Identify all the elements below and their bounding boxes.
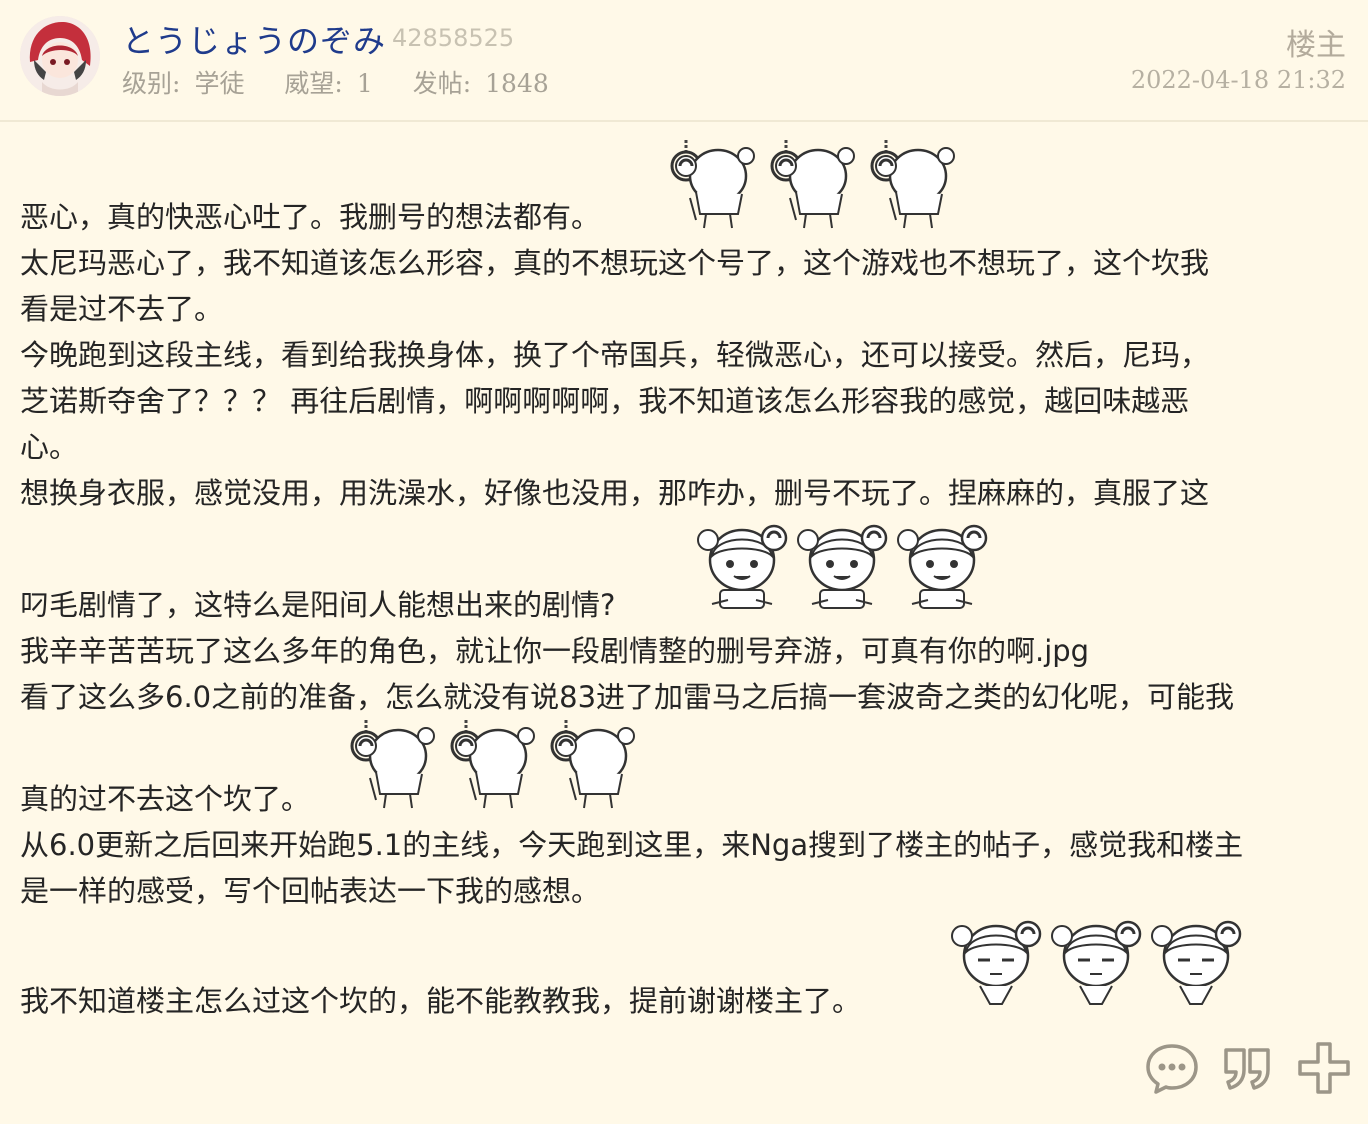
- post-line: 看了这么多6.0之前的准备，怎么就没有说83进了加雷马之后搞一套波奇之类的幻化呢…: [20, 680, 1235, 714]
- sticker-row: [692, 520, 992, 616]
- post-line: 恶心，真的快恶心吐了。我删号的想法都有。: [20, 200, 601, 234]
- sad-sticker: [1150, 920, 1242, 1006]
- quote-icon[interactable]: [1220, 1040, 1276, 1096]
- floor-badge: 楼主: [1286, 28, 1346, 63]
- sad-sticker: [950, 920, 1042, 1006]
- post-line: 想换身衣服，感觉没用，用洗澡水，好像也没用，那咋办，删号不玩了。捏麻麻的，真服了…: [20, 476, 1210, 510]
- post-line: 我辛辛苦苦玩了这么多年的角色，就让你一段剧情整的删号弃游，可真有你的啊.jpg: [20, 634, 1090, 668]
- post-line: 真的过不去这个坎了。: [20, 782, 311, 816]
- post-line: 是一样的感受，写个回帖表达一下我的感想。: [20, 874, 601, 908]
- username[interactable]: とうじょうのぞみ: [122, 16, 386, 62]
- smile-sticker: [696, 524, 788, 610]
- post-line: 心。: [20, 430, 79, 464]
- posts-label: 发帖:: [412, 69, 472, 98]
- comment-icon[interactable]: [1144, 1040, 1200, 1096]
- posts-value: 1848: [485, 69, 549, 98]
- smile-sticker: [896, 524, 988, 610]
- user-avatar[interactable]: [20, 16, 100, 96]
- hanging-sticker: [870, 138, 956, 230]
- post-line: 看是过不去了。: [20, 292, 224, 326]
- hanging-sticker: [450, 718, 536, 810]
- post-line: 太尼玛恶心了，我不知道该怎么形容，真的不想玩这个号了，这个游戏也不想玩了，这个坎…: [20, 246, 1210, 280]
- sticker-row: [656, 136, 956, 232]
- add-icon[interactable]: [1296, 1040, 1352, 1096]
- hanging-sticker: [350, 718, 436, 810]
- hanging-sticker: [550, 718, 636, 810]
- hanging-sticker: [670, 138, 756, 230]
- post-header: とうじょうのぞみ 42858525 级别: 学徒 威望: 1 发帖: 1848 楼主 …: [0, 0, 1368, 122]
- sticker-row: [946, 916, 1246, 1012]
- level-label: 级别:: [122, 69, 181, 98]
- prestige-label: 威望:: [284, 69, 343, 98]
- post-line: 我不知道楼主怎么过这个坎的，能不能教教我，提前谢谢楼主了。: [20, 984, 862, 1018]
- prestige-value: 1: [356, 69, 373, 98]
- user-meta: 级别: 学徒 威望: 1 发帖: 1848: [122, 64, 563, 100]
- user-id: 42858525: [392, 24, 515, 52]
- post-actions: [1144, 1040, 1352, 1096]
- level-value: 学徒: [194, 69, 245, 98]
- post-line: 叼毛剧情了，这特么是阳间人能想出来的剧情?: [20, 588, 616, 622]
- post-line: 从6.0更新之后回来开始跑5.1的主线，今天跑到这里，来Nga搜到了楼主的帖子，…: [20, 828, 1244, 862]
- sticker-row: [336, 716, 636, 812]
- hanging-sticker: [770, 138, 856, 230]
- post-time: 2022-04-18 21:32: [1130, 66, 1346, 94]
- smile-sticker: [796, 524, 888, 610]
- post-line: 今晚跑到这段主线，看到给我换身体，换了个帝国兵，轻微恶心，还可以接受。然后，尼玛…: [20, 338, 1210, 372]
- post-line: 芝诺斯夺舍了？？？ 再往后剧情，啊啊啊啊啊，我不知道该怎么形容我的感觉，越回味越…: [20, 384, 1190, 418]
- sad-sticker: [1050, 920, 1142, 1006]
